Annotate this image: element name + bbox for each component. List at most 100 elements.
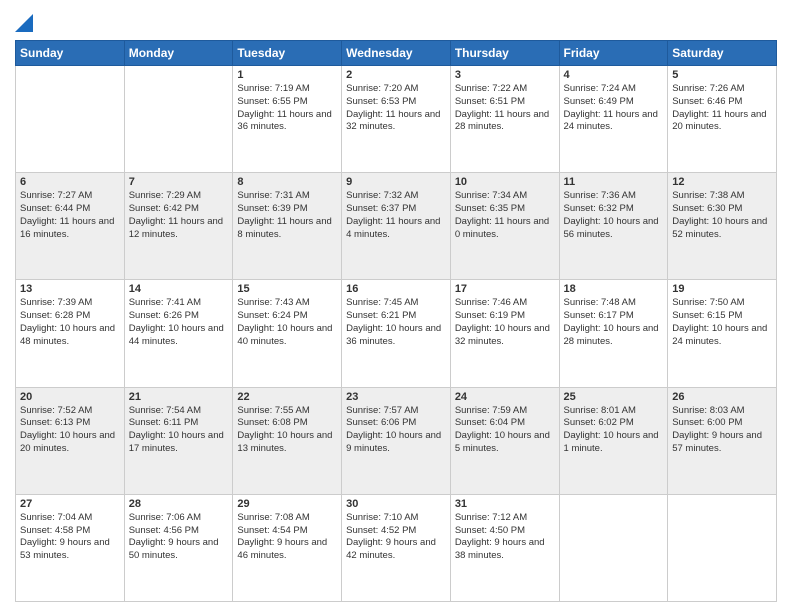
cell-text: Sunrise: 7:50 AM [672,297,772,310]
cell-text: Daylight: 10 hours and 24 minutes. [672,323,772,349]
cell-text: Sunset: 6:42 PM [129,203,229,216]
calendar-cell [124,66,233,173]
cell-text: Daylight: 11 hours and 20 minutes. [672,109,772,135]
calendar-cell: 21Sunrise: 7:54 AMSunset: 6:11 PMDayligh… [124,387,233,494]
cell-text: Sunrise: 8:01 AM [564,405,664,418]
calendar-cell: 24Sunrise: 7:59 AMSunset: 6:04 PMDayligh… [450,387,559,494]
day-number: 18 [564,283,664,295]
cell-text: Sunrise: 7:55 AM [237,405,337,418]
cell-text: Sunrise: 7:12 AM [455,512,555,525]
cell-text: Daylight: 10 hours and 28 minutes. [564,323,664,349]
cell-text: Sunset: 4:50 PM [455,525,555,538]
day-number: 15 [237,283,337,295]
cell-text: Sunrise: 7:39 AM [20,297,120,310]
day-number: 14 [129,283,229,295]
day-number: 20 [20,391,120,403]
cell-text: Sunset: 6:51 PM [455,96,555,109]
cell-text: Sunrise: 8:03 AM [672,405,772,418]
cell-text: Sunset: 6:24 PM [237,310,337,323]
day-number: 29 [237,498,337,510]
cell-text: Sunset: 4:52 PM [346,525,446,538]
day-number: 6 [20,176,120,188]
day-number: 13 [20,283,120,295]
calendar-cell: 15 Sunrise: 7:43 AMSunset: 6:24 PMDayligh… [233,280,342,387]
day-number: 5 [672,69,772,81]
calendar-cell: 9Sunrise: 7:32 AMSunset: 6:37 PMDaylight… [342,173,451,280]
cell-text: Sunset: 4:58 PM [20,525,120,538]
cell-text: Sunset: 6:02 PM [564,417,664,430]
day-number: 30 [346,498,446,510]
cell-text: Sunset: 6:44 PM [20,203,120,216]
calendar-cell: 8Sunrise: 7:31 AMSunset: 6:39 PMDaylight… [233,173,342,280]
cell-text: Daylight: 10 hours and 44 minutes. [129,323,229,349]
cell-text: Sunset: 6:17 PM [564,310,664,323]
cell-text: Sunset: 6:08 PM [237,417,337,430]
cell-text: Daylight: 11 hours and 36 minutes. [237,109,337,135]
cell-text: Sunset: 6:37 PM [346,203,446,216]
cell-text: Daylight: 10 hours and 36 minutes. [346,323,446,349]
cell-text: Daylight: 10 hours and 48 minutes. [20,323,120,349]
calendar-cell: 16Sunrise: 7:45 AMSunset: 6:21 PMDayligh… [342,280,451,387]
day-number: 11 [564,176,664,188]
calendar-week-row: 27Sunrise: 7:04 AMSunset: 4:58 PMDayligh… [16,494,777,601]
cell-text: Sunset: 6:26 PM [129,310,229,323]
calendar-cell: 30Sunrise: 7:10 AMSunset: 4:52 PMDayligh… [342,494,451,601]
cell-text: Sunrise: 7:29 AM [129,190,229,203]
calendar-cell: 13 Sunrise: 7:39 AMSunset: 6:28 PMDayligh… [16,280,125,387]
cell-text: Daylight: 10 hours and 40 minutes. [237,323,337,349]
cell-text: Daylight: 11 hours and 32 minutes. [346,109,446,135]
cell-text: Sunset: 6:53 PM [346,96,446,109]
calendar-day-header: Wednesday [342,41,451,66]
calendar-day-header: Thursday [450,41,559,66]
day-number: 4 [564,69,664,81]
calendar-cell: 20Sunrise: 7:52 AMSunset: 6:13 PMDayligh… [16,387,125,494]
calendar-cell: 11Sunrise: 7:36 AMSunset: 6:32 PMDayligh… [559,173,668,280]
calendar-cell: 27 Sunrise: 7:04 AMSunset: 4:58 PMDayligh… [16,494,125,601]
day-number: 10 [455,176,555,188]
cell-text: Sunrise: 7:43 AM [237,297,337,310]
day-number: 22 [237,391,337,403]
calendar-cell: 14Sunrise: 7:41 AMSunset: 6:26 PMDayligh… [124,280,233,387]
cell-text: Sunset: 4:54 PM [237,525,337,538]
cell-text: Daylight: 10 hours and 9 minutes. [346,430,446,456]
calendar-header-row: SundayMondayTuesdayWednesdayThursdayFrid… [16,41,777,66]
cell-text: Daylight: 11 hours and 0 minutes. [455,216,555,242]
cell-text: Sunset: 6:55 PM [237,96,337,109]
day-number: 17 [455,283,555,295]
cell-text: Sunrise: 7:19 AM [237,83,337,96]
cell-text: Sunrise: 7:38 AM [672,190,772,203]
cell-text: Sunset: 6:32 PM [564,203,664,216]
day-number: 23 [346,391,446,403]
cell-text: Sunrise: 7:34 AM [455,190,555,203]
cell-text: Sunrise: 7:04 AM [20,512,120,525]
cell-text: Daylight: 9 hours and 42 minutes. [346,537,446,563]
cell-text: Sunrise: 7:57 AM [346,405,446,418]
calendar-day-header: Sunday [16,41,125,66]
calendar-cell: 1Sunrise: 7:19 AMSunset: 6:55 PMDaylight… [233,66,342,173]
cell-text: Sunset: 6:06 PM [346,417,446,430]
calendar-cell: 19 Sunrise: 7:50 AMSunset: 6:15 PMDayligh… [668,280,777,387]
cell-text: Sunset: 6:35 PM [455,203,555,216]
day-number: 19 [672,283,772,295]
cell-text: Sunrise: 7:52 AM [20,405,120,418]
cell-text: Sunset: 6:11 PM [129,417,229,430]
cell-text: Daylight: 11 hours and 12 minutes. [129,216,229,242]
logo-icon [15,10,33,32]
cell-text: Sunrise: 7:45 AM [346,297,446,310]
cell-text: Daylight: 9 hours and 53 minutes. [20,537,120,563]
calendar-cell: 22Sunrise: 7:55 AMSunset: 6:08 PMDayligh… [233,387,342,494]
day-number: 27 [20,498,120,510]
cell-text: Sunset: 6:00 PM [672,417,772,430]
calendar-week-row: 20Sunrise: 7:52 AMSunset: 6:13 PMDayligh… [16,387,777,494]
day-number: 21 [129,391,229,403]
day-number: 9 [346,176,446,188]
cell-text: Sunrise: 7:46 AM [455,297,555,310]
cell-text: Sunset: 6:19 PM [455,310,555,323]
cell-text: Sunrise: 7:36 AM [564,190,664,203]
cell-text: Sunset: 6:28 PM [20,310,120,323]
calendar-cell: 23 Sunrise: 7:57 AMSunset: 6:06 PMDayligh… [342,387,451,494]
day-number: 3 [455,69,555,81]
calendar-cell: 12Sunrise: 7:38 AMSunset: 6:30 PMDayligh… [668,173,777,280]
cell-text: Sunset: 6:39 PM [237,203,337,216]
cell-text: Sunset: 6:15 PM [672,310,772,323]
